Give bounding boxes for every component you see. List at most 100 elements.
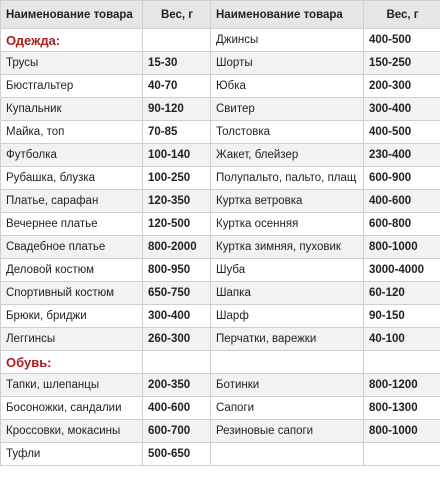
item-weight: 500-650 — [142, 442, 211, 466]
item-name: Куртка ветровка — [210, 189, 364, 213]
item-name: Вечернее платье — [0, 212, 143, 236]
item-name: Юбка — [210, 74, 364, 98]
item-weight: 260-300 — [142, 327, 211, 351]
header-weight-2: Вес, г — [363, 0, 440, 29]
item-weight: 40-100 — [363, 327, 440, 351]
table-header: Наименование товара Вес, г Наименование … — [0, 0, 440, 29]
item-name: Шорты — [210, 51, 364, 75]
item-name: Джинсы — [210, 28, 364, 52]
item-weight: 400-500 — [363, 28, 440, 52]
item-weight: 400-600 — [142, 396, 211, 420]
item-weight: 70-85 — [142, 120, 211, 144]
item-name: Леггинсы — [0, 327, 143, 351]
item-name: Свитер — [210, 97, 364, 121]
table-row: Платье, сарафан 120-350 Куртка ветровка 400… — [0, 189, 440, 213]
item-weight: 400-500 — [363, 120, 440, 144]
item-weight — [142, 28, 211, 52]
header-weight-1: Вес, г — [142, 0, 211, 29]
header-row: Наименование товара Вес, г Наименование … — [0, 0, 440, 29]
item-name: Шапка — [210, 281, 364, 305]
item-name — [210, 350, 364, 374]
item-weight: 600-700 — [142, 419, 211, 443]
table-row: Кроссовки, мокасины 600-700 Резиновые сапо… — [0, 419, 440, 443]
table-row: Свадебное платье 800-2000 Куртка зимняя, п… — [0, 235, 440, 259]
item-weight: 800-1200 — [363, 373, 440, 397]
table-row: Спортивный костюм 650-750 Шапка 60-120 — [0, 281, 440, 305]
item-name: Брюки, бриджи — [0, 304, 143, 328]
item-weight: 600-800 — [363, 212, 440, 236]
item-weight: 15-30 — [142, 51, 211, 75]
item-name: Ботинки — [210, 373, 364, 397]
table-row: Купальник 90-120 Свитер 300-400 — [0, 97, 440, 121]
item-name: Бюстгальтер — [0, 74, 143, 98]
table-row: Босоножки, сандалии 400-600 Сапоги 800-1300 — [0, 396, 440, 420]
item-name: Куртка зимняя, пуховик — [210, 235, 364, 259]
item-name: Толстовка — [210, 120, 364, 144]
weight-table: Наименование товара Вес, г Наименование … — [0, 0, 440, 466]
table-body: Одежда: Джинсы 400-500 Трусы 15-30 Шорты 150-2… — [0, 28, 440, 466]
table-row: Туфли 500-650 — [0, 442, 440, 466]
item-weight: 400-600 — [363, 189, 440, 213]
item-weight: 800-1000 — [363, 235, 440, 259]
item-weight: 300-400 — [363, 97, 440, 121]
header-name-2: Наименование товара — [210, 0, 364, 29]
item-name: Рубашка, блузка — [0, 166, 143, 190]
item-weight: 600-900 — [363, 166, 440, 190]
item-name: Платье, сарафан — [0, 189, 143, 213]
table-row: Тапки, шлепанцы 200-350 Ботинки 800-1200 — [0, 373, 440, 397]
item-name: Свадебное платье — [0, 235, 143, 259]
item-name: Футболка — [0, 143, 143, 167]
table-row: Майка, топ 70-85 Толстовка 400-500 — [0, 120, 440, 144]
item-weight: 120-500 — [142, 212, 211, 236]
item-weight: 800-1000 — [363, 419, 440, 443]
item-name: Майка, топ — [0, 120, 143, 144]
item-weight: 800-2000 — [142, 235, 211, 259]
item-weight: 90-150 — [363, 304, 440, 328]
item-weight — [363, 442, 440, 466]
item-name: Кроссовки, мокасины — [0, 419, 143, 443]
item-weight: 650-750 — [142, 281, 211, 305]
item-weight: 3000-4000 — [363, 258, 440, 282]
category-label: Одежда: — [0, 28, 143, 52]
table-row: Деловой костюм 800-950 Шуба 3000-4000 — [0, 258, 440, 282]
item-name: Куртка осенняя — [210, 212, 364, 236]
item-weight: 120-350 — [142, 189, 211, 213]
item-weight: 230-400 — [363, 143, 440, 167]
item-name: Сапоги — [210, 396, 364, 420]
item-name: Купальник — [0, 97, 143, 121]
table-row: Футболка 100-140 Жакет, блейзер 230-400 — [0, 143, 440, 167]
category-label: Обувь: — [0, 350, 143, 374]
table-row: Вечернее платье 120-500 Куртка осенняя 600-… — [0, 212, 440, 236]
item-weight: 60-120 — [363, 281, 440, 305]
item-weight: 150-250 — [363, 51, 440, 75]
item-name: Тапки, шлепанцы — [0, 373, 143, 397]
item-name: Перчатки, варежки — [210, 327, 364, 351]
table-row: Одежда: Джинсы 400-500 — [0, 28, 440, 52]
item-weight — [363, 350, 440, 374]
item-weight: 800-1300 — [363, 396, 440, 420]
item-name: Деловой костюм — [0, 258, 143, 282]
item-name: Полупальто, пальто, плащ — [210, 166, 364, 190]
item-weight: 40-70 — [142, 74, 211, 98]
item-weight: 200-300 — [363, 74, 440, 98]
item-name: Шарф — [210, 304, 364, 328]
item-name: Резиновые сапоги — [210, 419, 364, 443]
table-row: Бюстгальтер 40-70 Юбка 200-300 — [0, 74, 440, 98]
table-row: Леггинсы 260-300 Перчатки, варежки 40-100 — [0, 327, 440, 351]
table-row: Рубашка, блузка 100-250 Полупальто, пальто… — [0, 166, 440, 190]
item-weight: 300-400 — [142, 304, 211, 328]
header-name-1: Наименование товара — [0, 0, 143, 29]
item-weight: 200-350 — [142, 373, 211, 397]
item-weight — [142, 350, 211, 374]
item-name: Босоножки, сандалии — [0, 396, 143, 420]
table-row: Трусы 15-30 Шорты 150-250 — [0, 51, 440, 75]
item-weight: 90-120 — [142, 97, 211, 121]
item-name: Спортивный костюм — [0, 281, 143, 305]
item-name: Туфли — [0, 442, 143, 466]
table-row: Обувь: — [0, 350, 440, 374]
table-row: Брюки, бриджи 300-400 Шарф 90-150 — [0, 304, 440, 328]
item-name: Трусы — [0, 51, 143, 75]
item-name: Жакет, блейзер — [210, 143, 364, 167]
item-weight: 800-950 — [142, 258, 211, 282]
item-weight: 100-250 — [142, 166, 211, 190]
